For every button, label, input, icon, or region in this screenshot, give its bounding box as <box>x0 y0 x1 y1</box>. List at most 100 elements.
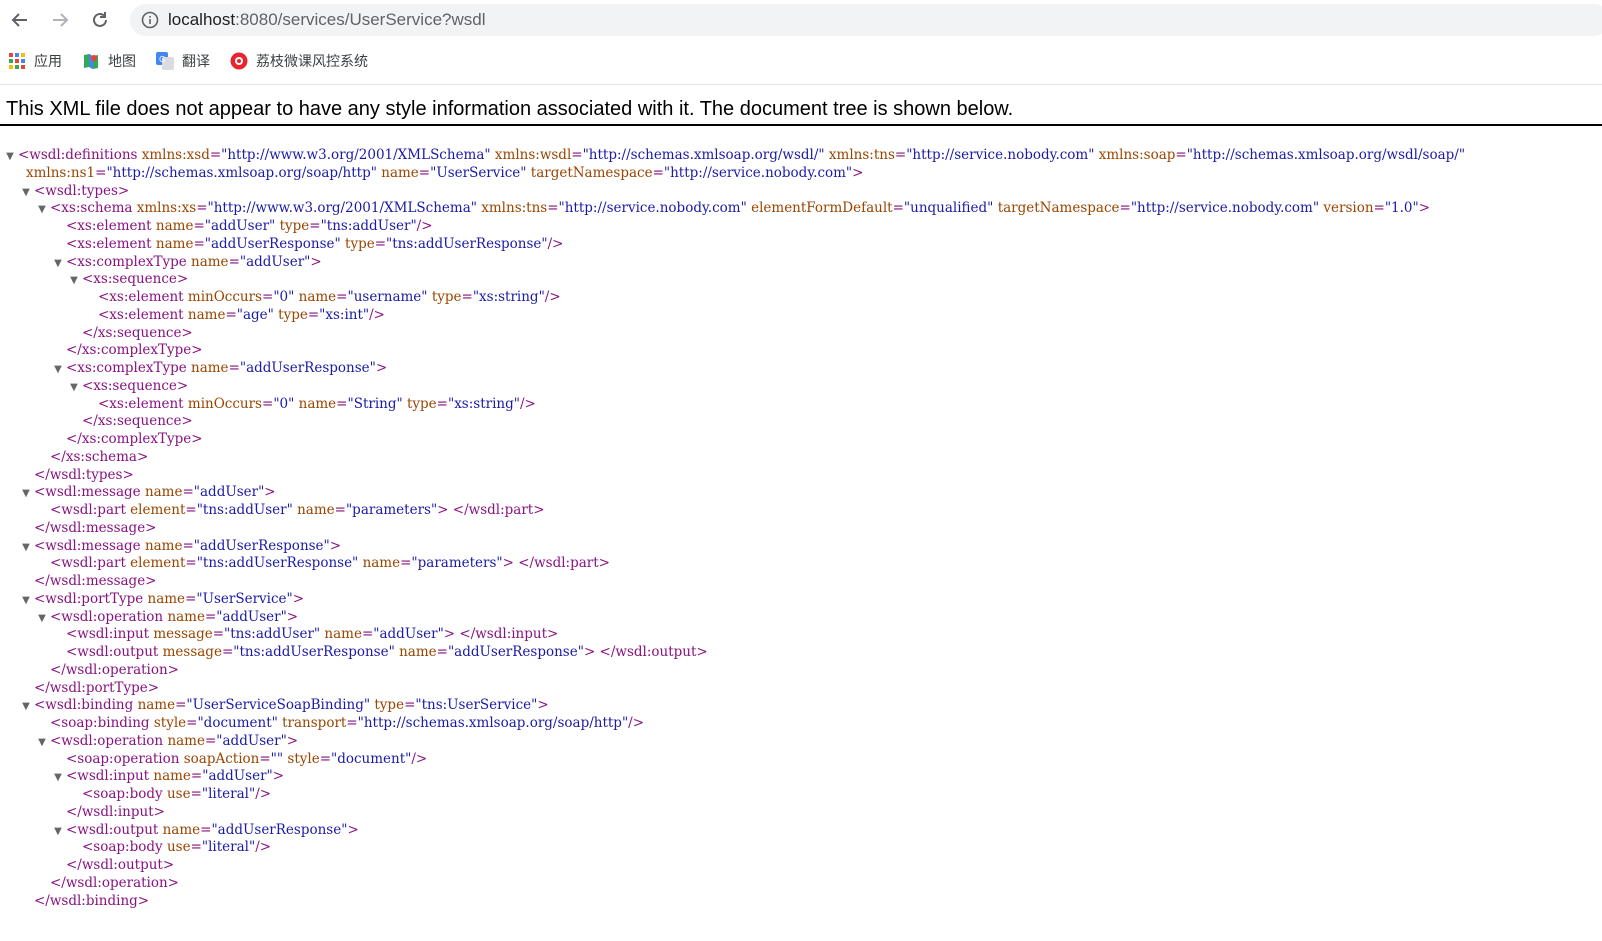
xml-line: <xs:element name="addUserResponse" type=… <box>0 236 1602 254</box>
url-text[interactable]: localhost:8080/services/UserService?wsdl <box>168 10 486 30</box>
xml-line: <wsdl:part element="tns:addUser" name="p… <box>0 502 1602 520</box>
xml-tag: /> <box>369 306 385 323</box>
xml-attribute-value: "http://www.w3.org/2001/XMLSchema" <box>221 147 491 163</box>
xml-tag: <xs:complexType <box>66 253 187 270</box>
xml-tag: > <box>583 644 596 660</box>
xml-line-content: </wsdl:message> <box>34 520 157 538</box>
bookmark-apps[interactable]: 应用 <box>8 51 62 71</box>
collapse-toggle-icon[interactable]: ▼ <box>21 539 31 557</box>
xml-attribute-name: name <box>297 502 335 518</box>
xml-attribute-name: minOccurs <box>187 395 262 412</box>
xml-line-content: <soap:operation soapAction="" style="doc… <box>66 751 427 769</box>
xml-tag: <xs:element <box>98 289 184 305</box>
xml-tag: = <box>228 253 240 270</box>
collapse-toggle-icon[interactable]: ▼ <box>53 361 63 379</box>
xml-tag: = <box>228 360 240 376</box>
xml-line-content: </wsdl:portType> <box>34 680 159 698</box>
xml-attribute-value: "parameters" <box>345 502 438 518</box>
collapse-toggle-icon[interactable]: ▼ <box>21 184 31 202</box>
xml-tag: = <box>212 626 225 643</box>
xml-tag: = <box>307 306 320 323</box>
collapse-toggle-icon[interactable]: ▼ <box>69 272 79 290</box>
xml-line: </wsdl:binding> <box>0 893 1602 911</box>
xml-tag: <xs:element <box>66 218 152 234</box>
info-icon[interactable] <box>140 10 160 30</box>
back-button[interactable] <box>4 4 36 36</box>
xml-attribute-name: name <box>144 484 183 501</box>
bookmark-maps[interactable]: 地图 <box>82 51 136 71</box>
bookmark-translate[interactable]: G 翻译 <box>156 51 210 71</box>
collapse-toggle-icon[interactable]: ▼ <box>53 823 63 841</box>
xml-tag: = <box>436 395 448 412</box>
bookmark-lizhi[interactable]: 荔枝微课风控系统 <box>230 51 368 71</box>
xml-line-content: xmlns:ns1="http://schemas.xmlsoap.org/so… <box>26 165 863 183</box>
xml-line-content: <xs:sequence> <box>82 378 188 396</box>
xml-tag: = <box>652 164 664 181</box>
xml-line-content: <wsdl:types> <box>34 183 129 201</box>
collapse-toggle-icon[interactable]: ▼ <box>21 592 31 610</box>
xml-attribute-value: "http://service.nobody.com" <box>558 200 747 217</box>
xml-attribute-value: "age" <box>236 306 274 323</box>
xml-attribute-name: minOccurs <box>187 289 262 305</box>
xml-attribute-value: "0" <box>273 289 295 305</box>
collapse-toggle-icon[interactable]: ▼ <box>53 255 63 273</box>
xml-tag: > <box>437 502 449 518</box>
collapse-toggle-icon[interactable]: ▼ <box>21 698 31 716</box>
xml-tag: = <box>1119 200 1131 217</box>
xml-tag: = <box>185 555 197 572</box>
xml-tag: = <box>204 608 217 625</box>
xml-line: <soap:binding style="document" transport… <box>0 715 1602 733</box>
xml-tag: /> <box>255 786 272 802</box>
collapse-toggle-icon[interactable]: ▼ <box>53 769 63 787</box>
xml-tag: /> <box>547 235 564 252</box>
xml-tag: <wsdl:binding <box>34 697 134 714</box>
xml-tag: </wsdl:message> <box>34 519 157 536</box>
collapse-toggle-icon[interactable]: ▼ <box>37 610 47 628</box>
collapse-toggle-icon[interactable]: ▼ <box>69 379 79 397</box>
xml-attribute-value: "UserService" <box>196 590 293 607</box>
xml-line: </wsdl:message> <box>0 573 1602 591</box>
xml-tag: = <box>1373 200 1385 217</box>
xml-tag: = <box>182 537 194 554</box>
xml-tag: > <box>264 484 276 501</box>
xml-tag: <wsdl:message <box>34 484 141 501</box>
xml-attribute-name: xmlns:xsd <box>141 147 210 163</box>
forward-button[interactable] <box>44 4 76 36</box>
xml-tag: = <box>175 697 187 714</box>
reload-button[interactable] <box>84 4 116 36</box>
xml-tag: = <box>95 164 107 181</box>
collapse-toggle-icon[interactable]: ▼ <box>37 734 47 752</box>
xml-tag: > <box>852 164 864 181</box>
xml-tag: > <box>286 608 299 625</box>
browser-chrome: localhost:8080/services/UserService?wsdl… <box>0 0 1602 85</box>
xml-tag: <wsdl:input <box>66 768 150 785</box>
xml-tag: </xs:complexType> <box>66 431 203 447</box>
xml-line: <xs:element name="addUser" type="tns:add… <box>0 218 1602 236</box>
xml-attribute-value: "tns:addUserResponse" <box>386 235 548 252</box>
xml-tag: </wsdl:types> <box>34 466 134 483</box>
xml-attribute-value: "String" <box>347 395 403 412</box>
xml-line: ▼ <xs:complexType name="addUserResponse"> <box>0 360 1602 378</box>
xml-attribute-value: "xs:int" <box>319 306 370 323</box>
xml-tag: = <box>400 555 412 572</box>
collapse-toggle-icon[interactable]: ▼ <box>5 148 15 166</box>
collapse-toggle-icon[interactable]: ▼ <box>37 201 47 219</box>
address-bar[interactable]: localhost:8080/services/UserService?wsdl <box>130 4 1602 36</box>
xml-attribute-name: element <box>130 555 186 572</box>
xml-tag: </xs:sequence> <box>82 413 193 430</box>
xml-tag: </xs:sequence> <box>82 324 193 341</box>
xml-attribute-name: name <box>187 306 226 323</box>
xml-tag: = <box>182 484 194 501</box>
xml-line: <soap:body use="literal"/> <box>0 839 1602 857</box>
xml-tag: > <box>292 590 305 607</box>
xml-tag: = <box>190 768 203 785</box>
xml-attribute-name: name <box>144 537 183 554</box>
xml-tag: <wsdl:output <box>66 821 159 838</box>
xml-line-content: <wsdl:input name="addUser"> <box>66 768 284 786</box>
xml-attribute-name: xmlns:wsdl <box>494 147 572 163</box>
xml-line: ▼ <xs:sequence> <box>0 271 1602 289</box>
translate-icon: G <box>156 52 174 70</box>
xml-line-content: <soap:body use="literal"/> <box>82 786 271 804</box>
collapse-toggle-icon[interactable]: ▼ <box>21 485 31 503</box>
xml-attribute-value: "tns:addUser" <box>224 626 321 643</box>
